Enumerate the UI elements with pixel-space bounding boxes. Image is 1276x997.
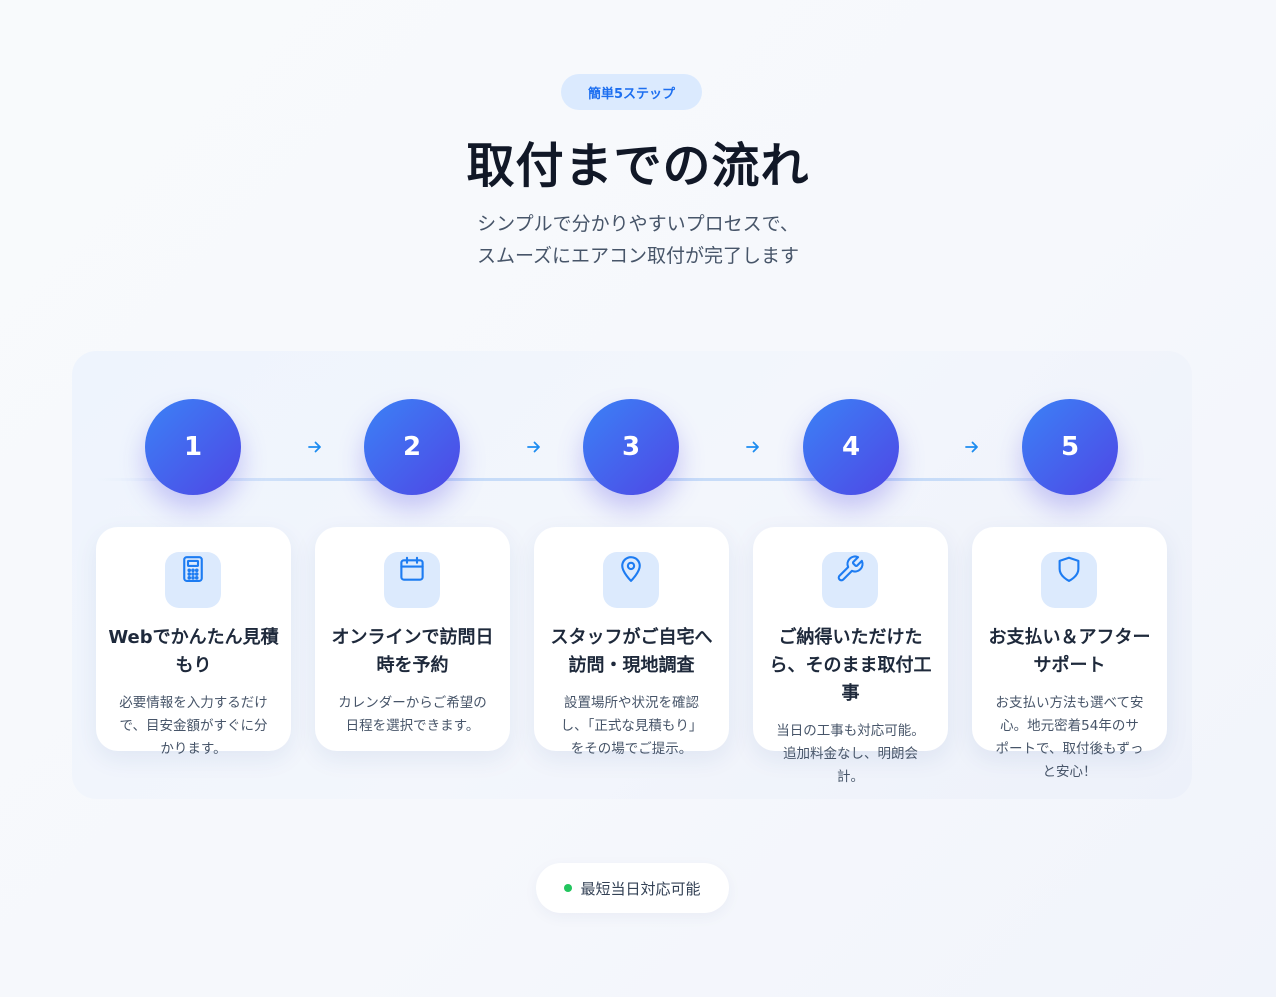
status-dot-icon: [564, 884, 573, 892]
calendar-icon: [384, 552, 440, 608]
step-card-5: お支払い＆アフターサポート お支払い方法も選べて安心。地元密着54年のサポートで…: [972, 527, 1167, 780]
wrench-icon: [822, 552, 878, 608]
step-card-1: Webでかんたん見積もり 必要情報を入力するだけで、目安金額がすぐに分かります。: [96, 527, 291, 757]
arrow-right-icon: [963, 437, 981, 457]
step-1-number: 1: [145, 399, 241, 495]
step-1-title: Webでかんたん見積もり: [108, 627, 279, 676]
step-5-description: お支払い方法も選べて安心。地元密着54年のサポートで、取付後もずっと安心！: [995, 695, 1144, 780]
arrow-right-icon: [525, 437, 543, 457]
availability-badge: 最短当日対応可能: [536, 863, 729, 913]
subtitle-line-2: スムーズにエアコン取付が完了します: [476, 245, 800, 267]
subtitle-line-1: シンプルで分かりやすいプロセスで、: [477, 213, 799, 235]
availability-text: 最短当日対応可能: [580, 879, 701, 898]
step-4-title: ご納得いただけたら、そのまま取付工事: [769, 627, 932, 704]
step-1-description: 必要情報を入力するだけで、目安金額がすぐに分かります。: [119, 695, 268, 757]
map-pin-icon: [603, 552, 659, 608]
step-5-title: お支払い＆アフターサポート: [988, 627, 1151, 676]
step-5-number: 5: [1022, 399, 1118, 495]
steps-badge: 簡単5ステップ: [561, 74, 702, 110]
arrow-right-icon: [306, 437, 324, 457]
page-subtitle: シンプルで分かりやすいプロセスで、 スムーズにエアコン取付が完了します: [0, 208, 1276, 272]
step-2-description: カレンダーからご希望の日程を選択できます。: [338, 695, 487, 734]
step-4-description: 当日の工事も対応可能。追加料金なし、明朗会計。: [776, 723, 925, 785]
step-3-description: 設置場所や状況を確認し、「正式な見積もり」をその場でご提示。: [560, 695, 703, 757]
step-3-title: スタッフがご自宅へ訪問・現地調査: [550, 627, 713, 676]
step-2-number: 2: [364, 399, 460, 495]
step-2-title: オンラインで訪問日時を予約: [331, 627, 494, 676]
page-title: 取付までの流れ: [466, 138, 810, 194]
step-4-number: 4: [803, 399, 899, 495]
page: 簡単5ステップ 取付までの流れ シンプルで分かりやすいプロセスで、 スムーズにエ…: [0, 0, 1276, 997]
calculator-icon: [165, 552, 221, 608]
step-card-2: オンラインで訪問日時を予約 カレンダーからご希望の日程を選択できます。: [315, 527, 510, 751]
step-3-number: 3: [583, 399, 679, 495]
shield-icon: [1041, 552, 1097, 608]
step-card-4: ご納得いただけたら、そのまま取付工事 当日の工事も対応可能。追加料金なし、明朗会…: [753, 527, 948, 785]
step-card-3: スタッフがご自宅へ訪問・現地調査 設置場所や状況を確認し、「正式な見積もり」をそ…: [534, 527, 729, 757]
arrow-right-icon: [744, 437, 762, 457]
